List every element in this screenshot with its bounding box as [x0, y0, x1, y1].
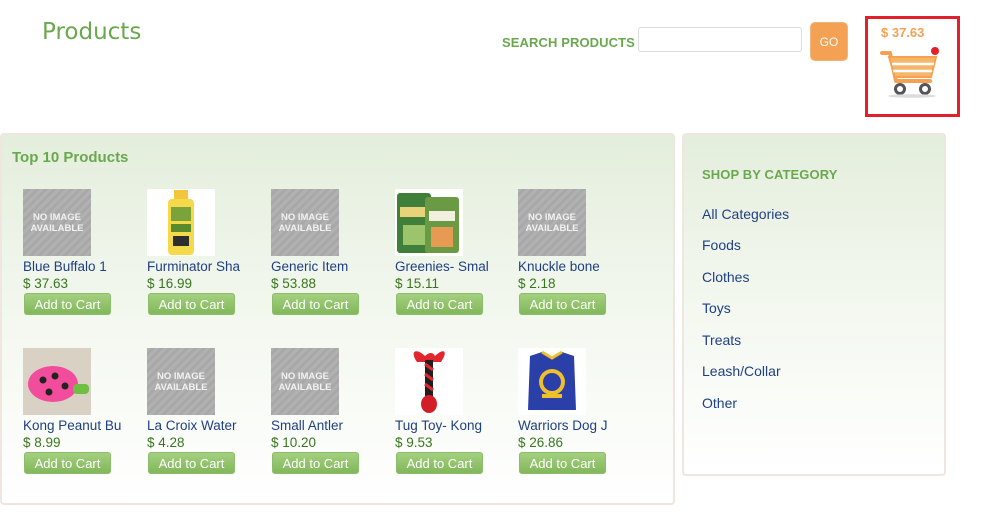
add-to-cart-button[interactable]: Add to Cart: [272, 293, 359, 315]
no-image-placeholder[interactable]: NO IMAGE AVAILABLE: [518, 189, 586, 256]
product-price: $ 53.88: [271, 276, 317, 291]
category-link-clothes[interactable]: Clothes: [702, 269, 749, 285]
category-link-treats[interactable]: Treats: [702, 332, 741, 348]
go-button[interactable]: GO: [810, 22, 848, 61]
product-image[interactable]: [147, 189, 215, 256]
cart-total: $ 37.63: [881, 25, 925, 40]
category-link-toys[interactable]: Toys: [702, 300, 731, 316]
product-image[interactable]: [23, 348, 91, 415]
category-panel: SHOP BY CATEGORY All Categories Foods Cl…: [682, 133, 946, 476]
category-link-foods[interactable]: Foods: [702, 237, 741, 253]
product-name-link[interactable]: Knuckle bone: [518, 259, 618, 274]
product-price: $ 10.20: [271, 435, 317, 450]
product-name-link[interactable]: Blue Buffalo 1: [23, 259, 123, 274]
product-name-link[interactable]: Small Antler: [271, 418, 371, 433]
search-label: SEARCH PRODUCTS: [502, 35, 635, 50]
top-products-title: Top 10 Products: [12, 149, 129, 166]
no-image-placeholder[interactable]: NO IMAGE AVAILABLE: [147, 348, 215, 415]
add-to-cart-button[interactable]: Add to Cart: [396, 293, 483, 315]
product-price: $ 15.11: [395, 276, 440, 291]
product-price: $ 26.86: [518, 435, 564, 450]
product-image[interactable]: [518, 348, 586, 415]
product-price: $ 2.18: [518, 276, 556, 291]
shopping-cart-icon: [880, 47, 939, 98]
top-products-panel: Top 10 Products NO IMAGE AVAILABLE Blue B…: [0, 133, 675, 505]
product-price: $ 4.28: [147, 435, 185, 450]
product-price: $ 9.53: [395, 435, 433, 450]
product-image[interactable]: [395, 348, 463, 415]
product-name-link[interactable]: La Croix Water: [147, 418, 247, 433]
no-image-placeholder[interactable]: NO IMAGE AVAILABLE: [271, 189, 339, 256]
search-input[interactable]: [638, 27, 802, 52]
no-image-placeholder[interactable]: NO IMAGE AVAILABLE: [23, 189, 91, 256]
add-to-cart-button[interactable]: Add to Cart: [148, 452, 235, 474]
add-to-cart-button[interactable]: Add to Cart: [24, 452, 111, 474]
product-name-link[interactable]: Greenies- Smal: [395, 259, 495, 274]
product-name-link[interactable]: Kong Peanut Bu: [23, 418, 123, 433]
category-heading: SHOP BY CATEGORY: [702, 167, 838, 182]
product-name-link[interactable]: Generic Item: [271, 259, 371, 274]
product-name-link[interactable]: Warriors Dog J: [518, 418, 618, 433]
category-link-other[interactable]: Other: [702, 395, 737, 411]
page-title: Products: [42, 19, 142, 45]
add-to-cart-button[interactable]: Add to Cart: [272, 452, 359, 474]
add-to-cart-button[interactable]: Add to Cart: [24, 293, 111, 315]
product-price: $ 8.99: [23, 435, 61, 450]
product-image[interactable]: [395, 189, 463, 256]
cart-widget[interactable]: $ 37.63: [865, 16, 960, 117]
product-name-link[interactable]: Tug Toy- Kong: [395, 418, 495, 433]
product-price: $ 16.99: [147, 276, 193, 291]
category-link-leash-collar[interactable]: Leash/Collar: [702, 363, 781, 379]
add-to-cart-button[interactable]: Add to Cart: [148, 293, 235, 315]
add-to-cart-button[interactable]: Add to Cart: [519, 293, 606, 315]
product-name-link[interactable]: Furminator Sha: [147, 259, 247, 274]
add-to-cart-button[interactable]: Add to Cart: [519, 452, 606, 474]
category-link-all[interactable]: All Categories: [702, 206, 789, 222]
no-image-placeholder[interactable]: NO IMAGE AVAILABLE: [271, 348, 339, 415]
product-price: $ 37.63: [23, 276, 69, 291]
add-to-cart-button[interactable]: Add to Cart: [396, 452, 483, 474]
